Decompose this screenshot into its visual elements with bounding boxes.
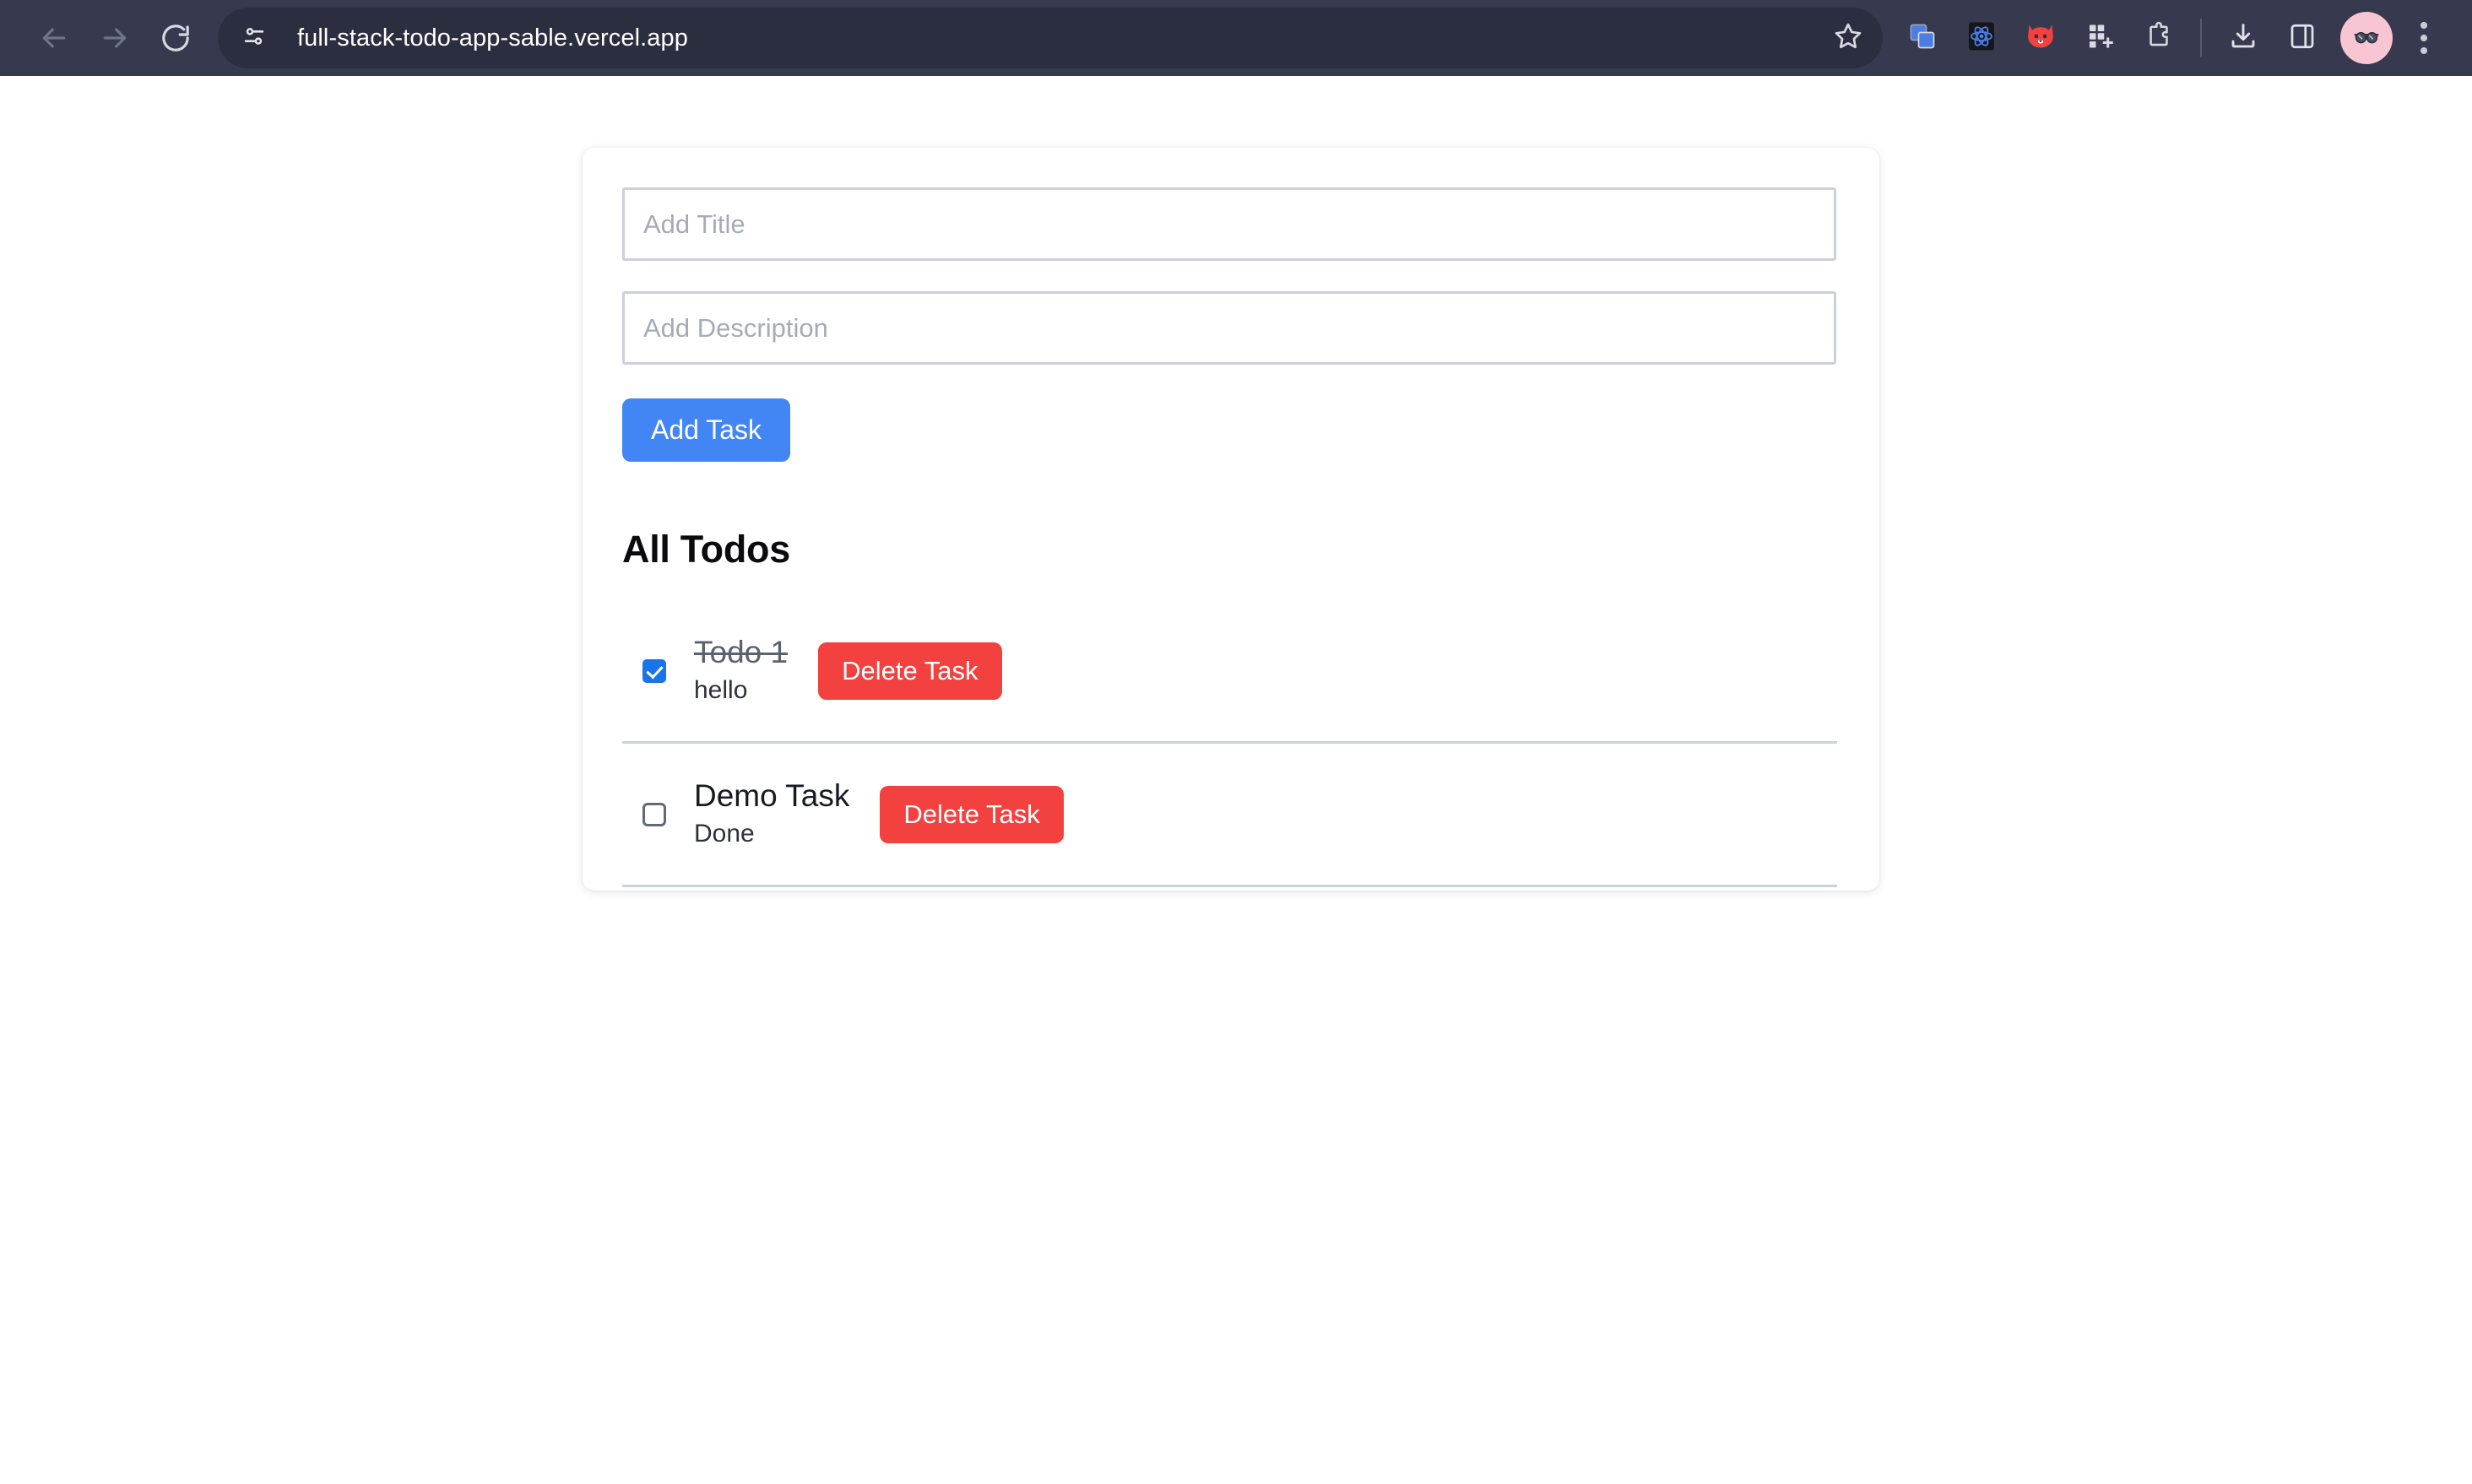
toolbar-divider — [2200, 19, 2202, 57]
add-description-placeholder: Add Description — [643, 313, 828, 343]
reload-icon — [159, 21, 192, 55]
downloads-button[interactable] — [2214, 8, 2273, 68]
browser-toolbar: full-stack-todo-app-sable.vercel.app — [0, 0, 2472, 76]
puzzle-piece-icon — [2144, 21, 2174, 56]
react-devtools-icon — [1966, 21, 1997, 56]
grid-plus-button[interactable] — [2070, 8, 2129, 68]
todo-description: hello — [694, 676, 748, 705]
reload-button[interactable] — [145, 8, 206, 68]
address-bar[interactable]: full-stack-todo-app-sable.vercel.app — [218, 8, 1883, 68]
side-panel-button[interactable] — [2273, 8, 2332, 68]
todo-checkbox-checked[interactable] — [642, 658, 666, 683]
bookmark-button[interactable] — [1820, 10, 1876, 66]
window-duplicate-button[interactable] — [1893, 8, 1952, 68]
todo-text-block: Demo Task Done — [694, 778, 849, 850]
window-duplicate-icon — [1907, 21, 1938, 56]
todo-app-card: Add Title Add Description Add Task All T… — [583, 148, 1879, 891]
arrow-right-icon — [98, 21, 132, 55]
todo-text-block: Todo 1 hello — [694, 635, 788, 707]
todo-title: Todo 1 — [694, 635, 789, 670]
todo-list-item: Todo 1 hello Delete Task — [622, 600, 1837, 744]
download-icon — [2228, 21, 2258, 56]
todo-description: Done — [694, 820, 755, 848]
url-text[interactable]: full-stack-todo-app-sable.vercel.app — [297, 24, 1820, 52]
add-task-button[interactable]: Add Task — [622, 398, 791, 462]
forward-button[interactable] — [84, 8, 145, 68]
star-outline-icon — [1832, 20, 1864, 57]
delete-task-button[interactable]: Delete Task — [880, 785, 1064, 843]
three-dot-menu-icon — [2420, 22, 2427, 54]
avatar-sunglasses-icon — [2350, 19, 2383, 57]
fox-extension-icon — [2025, 21, 2056, 56]
grid-plus-icon — [2084, 21, 2115, 56]
add-title-input[interactable]: Add Title — [622, 187, 1836, 261]
fox-extension-button[interactable] — [2011, 8, 2070, 68]
chrome-menu-button[interactable] — [2399, 8, 2448, 68]
arrow-left-icon — [37, 21, 71, 55]
side-panel-icon — [2287, 21, 2318, 56]
add-description-input[interactable]: Add Description — [622, 291, 1836, 365]
extension-icons — [1893, 8, 2448, 68]
page-content: Add Title Add Description Add Task All T… — [0, 76, 2472, 1484]
react-devtools-button[interactable] — [1952, 8, 2011, 68]
tune-sliders-icon — [240, 22, 268, 55]
avatar[interactable] — [2340, 12, 2393, 64]
site-information-button[interactable] — [230, 14, 279, 62]
todo-list-item: Demo Task Done Delete Task — [622, 744, 1837, 887]
back-button[interactable] — [24, 8, 84, 68]
add-title-placeholder: Add Title — [643, 209, 745, 239]
delete-task-button[interactable]: Delete Task — [818, 642, 1002, 700]
todo-checkbox-unchecked[interactable] — [642, 802, 666, 826]
todo-title: Demo Task — [694, 778, 850, 814]
all-todos-heading: All Todos — [622, 528, 790, 571]
extensions-button[interactable] — [2129, 8, 2188, 68]
todo-list: Todo 1 hello Delete Task Demo Task Done … — [622, 600, 1837, 887]
